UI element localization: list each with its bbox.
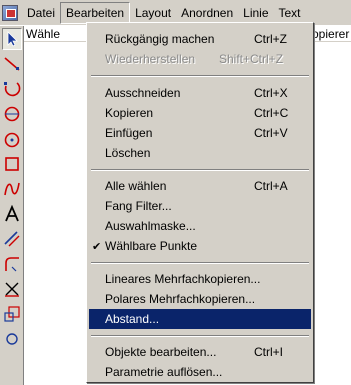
menu-item-label: Wiederherstellen [105,52,196,66]
menu-item-label: Objekte bearbeiten... [105,345,217,359]
menu-item-shortcut: Ctrl+I [254,345,284,359]
menu-item-delete[interactable]: Löschen [89,143,311,163]
menu-item-linear-copy[interactable]: Lineares Mehrfachkopieren... [89,269,311,289]
arc-icon[interactable] [2,78,22,100]
menu-item-selection-mask[interactable]: Auswahlmaske... [89,216,311,236]
menu-item-label: Wählbare Punkte [105,239,198,253]
menu-item-shortcut: Ctrl+C [254,106,289,120]
app-icon[interactable] [2,4,18,21]
menu-item-label: Parametrie auflösen... [105,365,223,379]
menu-item-label: Löschen [105,146,151,160]
measure-icon[interactable] [2,228,22,250]
tool-palette [0,26,24,385]
prompt-text-right: opierer [312,27,350,41]
menu-linie[interactable]: Linie [238,2,273,24]
menu-separator [91,262,309,264]
menu-item-shortcut: Ctrl+A [254,179,288,193]
cross-icon[interactable] [2,278,22,300]
menu-text[interactable]: Text [274,2,306,24]
menu-separator [91,169,309,171]
menu-separator [91,75,309,77]
menu-item-edit-objects[interactable]: Objekte bearbeiten... Ctrl+I [89,342,311,362]
menu-item-label: Fang Filter... [105,199,172,213]
menu-bearbeiten[interactable]: Bearbeiten [60,1,131,24]
fillet-icon[interactable] [2,253,22,275]
menu-item-label: Einfügen [105,126,153,140]
menu-anordnen[interactable]: Anordnen [176,2,238,24]
prompt-text: Wähle [26,27,61,41]
rectangle-icon[interactable] [2,153,22,175]
menu-item-distance[interactable]: Abstand... [89,309,311,329]
text-icon[interactable] [2,203,22,225]
menu-item-shortcut: Ctrl+Z [254,32,287,46]
menu-layout[interactable]: Layout [130,2,176,24]
menu-item-label: Kopieren [105,106,154,120]
menu-item-select-all[interactable]: Alle wählen Ctrl+A [89,176,311,196]
line-icon[interactable] [2,53,22,75]
menu-item-undo[interactable]: Rückgängig machen Ctrl+Z [89,29,311,49]
menu-item-shortcut: Ctrl+X [254,86,288,100]
menu-item-copy[interactable]: Kopieren Ctrl+C [89,103,311,123]
menu-separator [91,335,309,337]
ellipse-icon[interactable] [2,128,22,150]
menu-item-label: Lineares Mehrfachkopieren... [105,272,261,286]
menu-item-redo[interactable]: Wiederherstellen Shift+Ctrl+Z [89,49,311,69]
select-arrow-icon[interactable] [2,28,22,50]
menu-item-label: Ausschneiden [105,86,181,100]
curve-icon[interactable] [2,178,22,200]
more-icon[interactable] [2,328,22,350]
menu-item-paste[interactable]: Einfügen Ctrl+V [89,123,311,143]
menu-item-shortcut: Ctrl+V [254,126,288,140]
menu-item-polar-copy[interactable]: Polares Mehrfachkopieren... [89,289,311,309]
bearbeiten-dropdown-menu: Rückgängig machen Ctrl+Z Wiederherstelle… [86,22,314,383]
menu-item-label: Auswahlmaske... [105,219,196,233]
checkmark-icon: ✔ [92,240,102,253]
menu-item-cut[interactable]: Ausschneiden Ctrl+X [89,83,311,103]
menu-item-label: Polares Mehrfachkopieren... [105,292,256,306]
menu-item-shortcut: Shift+Ctrl+Z [219,52,284,66]
group-icon[interactable] [2,303,22,325]
menu-item-label: Abstand... [105,312,160,326]
menu-datei[interactable]: Datei [22,2,60,24]
menu-item-selectable-points[interactable]: ✔ Wählbare Punkte [89,236,311,256]
menu-item-label: Rückgängig machen [105,32,215,46]
circle-icon[interactable] [2,103,22,125]
menu-item-label: Alle wählen [105,179,167,193]
menu-item-snap-filter[interactable]: Fang Filter... [89,196,311,216]
menu-item-dissolve-parametrics[interactable]: Parametrie auflösen... [89,362,311,382]
